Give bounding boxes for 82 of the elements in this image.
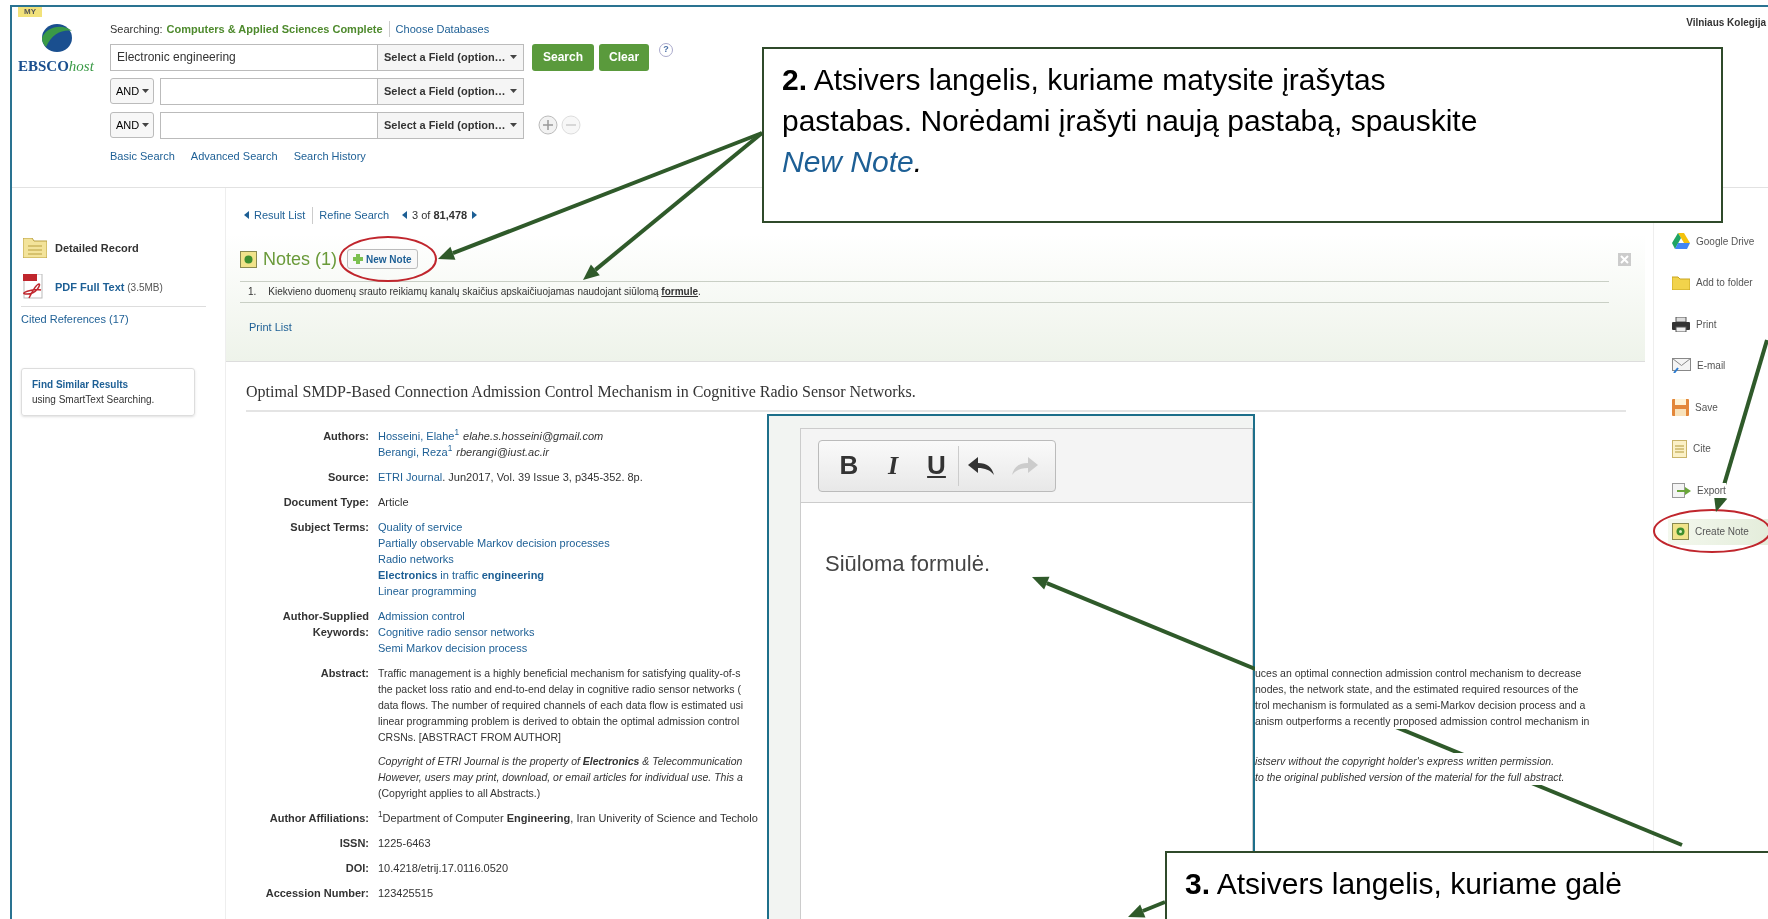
field-label: Abstract: (319, 665, 369, 681)
underline-button[interactable]: U (915, 445, 959, 486)
field-dropdown[interactable]: Select a Field (option… (378, 77, 524, 105)
abstract-text: Copyright of ETRI Journal is the property of Electronics & Telecommunication (378, 753, 744, 769)
record-link[interactable]: Partially observable Markov decision processes (378, 534, 610, 551)
article-title: Optimal SMDP-Based Connection Admission Control Mechanism in Cognitive Radio Sensor Networks. (246, 379, 1626, 412)
record-link[interactable]: Linear programming (378, 582, 477, 599)
record-link[interactable]: Cognitive radio sensor networks (378, 623, 535, 640)
note-text: Kiekvieno duomenų srauto reikiamų kanalų skaičius apskaičiuojamas naudojant siūlomą formule. (268, 285, 701, 299)
record-link[interactable]: Electronics in traffic engineering (378, 566, 545, 583)
record-link[interactable]: Quality of service (378, 518, 463, 535)
bold-button[interactable]: B (827, 445, 871, 486)
abstract-text: Traffic management is a highly beneficial mechanism for satisfying quality-of-s (378, 665, 742, 681)
abstract-text: CRSNs. [ABSTRACT FROM AUTHOR] (378, 729, 562, 745)
search-mode-link[interactable]: Search History (293, 148, 366, 165)
callout-text: 3. Atsivers langelis, kuriame galė (1185, 866, 1623, 902)
tool-item[interactable]: Add to folder (1668, 269, 1768, 296)
field-label: Authors: (322, 428, 369, 444)
record-link[interactable]: Admission control (378, 607, 465, 624)
field-label: Document Type: (282, 494, 369, 510)
abstract-text: However, users may print, download, or email articles for individual use. This a (378, 769, 744, 785)
italic-button[interactable]: I (871, 445, 915, 486)
search-input[interactable]: Electronic engineering (110, 43, 378, 71)
field-label: ISSN: (338, 835, 369, 851)
email-text: rberangi@iust.ac.ir (456, 444, 549, 460)
field-value: 1225-6463 (378, 835, 431, 851)
tool-item[interactable]: Save (1668, 394, 1768, 420)
tool-item[interactable]: Export (1668, 477, 1768, 503)
tool-item[interactable]: Create Note (1668, 518, 1768, 545)
record-link[interactable]: Radio networks (378, 550, 454, 567)
field-label: DOI: (344, 860, 369, 876)
find-similar-title[interactable]: Find Similar Results (32, 376, 184, 392)
record-link[interactable]: Semi Markov decision process (378, 639, 528, 656)
pdf-link[interactable]: PDF Full Text (3.5MB) (55, 278, 163, 296)
search-mode-link[interactable]: Advanced Search (190, 148, 278, 165)
record-position: 3 of 81,478 (412, 208, 468, 223)
find-similar-card[interactable]: Find Similar Results using SmartText Searching. (21, 367, 195, 416)
new-note-button[interactable]: New Note (347, 249, 418, 269)
detailed-record-link[interactable]: Detailed Record (55, 239, 139, 257)
field-value: 123425515 (378, 885, 434, 901)
abstract-text: uces an optimal connection admission control mechanism to decrease (1255, 664, 1582, 681)
callout-text: 2. Atsivers langelis, kuriame matysite įrašytas pastabas. Norėdami įrašyti naują pastabą, spauskite New Note. (782, 62, 1479, 180)
field-label: Author-Supplied Keywords: (281, 608, 369, 640)
tool-item[interactable]: Print (1668, 311, 1768, 337)
field-dropdown[interactable]: Select a Field (option… (378, 111, 524, 139)
cited-references-link[interactable]: Cited References (17) (21, 306, 206, 328)
field-label: Subject Terms: (289, 519, 369, 535)
email-text: elahe.s.hosseini@gmail.com (463, 428, 604, 444)
field-dropdown[interactable]: Select a Field (option… (378, 43, 524, 71)
abstract-text: (Copyright applies to all Abstracts.) (378, 785, 542, 801)
print-list-link[interactable]: Print List (249, 318, 292, 335)
operator-dropdown[interactable]: AND (110, 112, 154, 138)
record-link[interactable]: Hosseini, Elahe$^{1}$ (378, 427, 460, 444)
tool-item[interactable]: E-mail (1668, 352, 1768, 379)
field-label: Author Affiliations: (268, 810, 369, 826)
tool-item[interactable]: Cite (1668, 435, 1768, 462)
note-number: 1. (248, 285, 257, 299)
abstract-text: istserv without the copyright holder's express written permission. (1255, 752, 1555, 769)
refine-search-link[interactable]: Refine Search (312, 207, 390, 224)
abstract-text: the packet loss ratio and end-to-end delay in cognitive radio sensor networks ( (378, 681, 743, 697)
database-name[interactable]: Computers & Applied Sciences Complete (166, 20, 383, 38)
field-label: Accession Number: (264, 885, 369, 901)
field-value: Article (378, 494, 409, 510)
note-content[interactable]: Siūloma formulė. (825, 551, 991, 576)
field-value: 10.4218/etrij.17.0116.0520 (378, 860, 509, 876)
abstract-text: data flows. The number of required channels of each data flow is estimated usi (378, 697, 745, 713)
operator-dropdown[interactable]: AND (110, 78, 154, 104)
result-list-link[interactable]: Result List (254, 207, 306, 224)
abstract-text: linear programming problem is derived to obtain the optimal admission control (378, 713, 741, 729)
logo-wordmark: EBSCOhost (18, 57, 94, 76)
tool-item[interactable]: Google Drive (1668, 228, 1768, 254)
notes-title: Notes (1) (263, 247, 338, 271)
record-link[interactable]: Berangi, Reza$^{1}$ (378, 443, 453, 460)
field-label: Source: (327, 469, 369, 485)
my-badge: MY (18, 7, 42, 17)
search-mode-link[interactable]: Basic Search (110, 148, 175, 165)
field-value: . Jun2017, Vol. 39 Issue 3, p345-352. 8p. (442, 469, 643, 485)
choose-databases-link[interactable]: Choose Databases (388, 20, 490, 38)
institution-name: Vilniaus Kolegija (1686, 16, 1766, 30)
field-value: $^{1}$Department of Computer Engineering, Iran Univerity of Science and Techolo (378, 809, 758, 826)
find-similar-subtitle: using SmartText Searching. (32, 392, 156, 407)
searching-label: Searching: (110, 21, 163, 37)
